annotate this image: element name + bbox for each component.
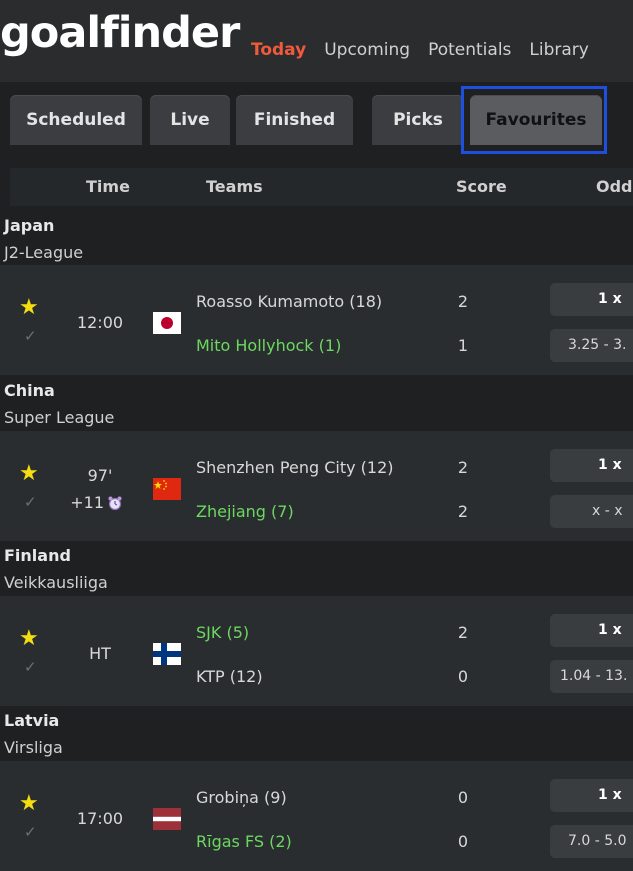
nav-library[interactable]: Library	[529, 40, 588, 60]
league-heading[interactable]: Virsliga	[4, 738, 63, 757]
away-team[interactable]: KTP (12)	[196, 667, 263, 686]
odds-values[interactable]: 1.04 - 13.	[550, 660, 633, 693]
check-icon[interactable]: ✓	[24, 329, 37, 344]
alarm-clock-icon	[108, 496, 122, 511]
away-team[interactable]: Zhejiang (7)	[196, 502, 294, 521]
main-nav: Today Upcoming Potentials Library	[251, 40, 589, 60]
away-score: 0	[457, 832, 469, 851]
match-row[interactable]: ★ ✓ 97' +11 Shenzhen Peng City (12) Zhej…	[0, 431, 633, 541]
country-heading: Japan	[4, 216, 55, 235]
nav-upcoming[interactable]: Upcoming	[324, 40, 410, 60]
column-score: Score	[456, 177, 507, 196]
latvia-flag-icon	[153, 808, 181, 830]
odds-values[interactable]: x - x	[550, 495, 633, 528]
home-score: 2	[457, 458, 469, 477]
logo[interactable]: goalfinder	[0, 8, 240, 58]
match-row[interactable]: ★ ✓ 12:00 Roasso Kumamoto (18) Mito Holl…	[0, 265, 633, 375]
tab-picks[interactable]: Picks	[372, 95, 464, 145]
odds-header: 1 x	[550, 614, 633, 647]
home-team[interactable]: SJK (5)	[196, 623, 249, 642]
league-heading[interactable]: Veikkausliiga	[4, 573, 108, 592]
column-teams: Teams	[206, 177, 263, 196]
home-score: 2	[457, 292, 469, 311]
away-team[interactable]: Rīgas FS (2)	[196, 832, 292, 851]
league-heading[interactable]: Super League	[4, 408, 114, 427]
favourite-star-icon[interactable]: ★	[19, 793, 39, 815]
match-time: 12:00	[76, 313, 124, 332]
column-time: Time	[86, 177, 130, 196]
odds-header: 1 x	[550, 779, 633, 812]
country-heading: Latvia	[4, 711, 60, 730]
country-heading: Finland	[4, 546, 71, 565]
league-heading[interactable]: J2-League	[4, 243, 83, 262]
away-team[interactable]: Mito Hollyhock (1)	[196, 336, 341, 355]
check-icon[interactable]: ✓	[24, 660, 37, 675]
odds-header: 1 x	[550, 283, 633, 316]
nav-today[interactable]: Today	[251, 40, 306, 60]
match-row[interactable]: ★ ✓ 17:00 Grobiņa (9) Rīgas FS (2) 0 0 1…	[0, 761, 633, 871]
home-team[interactable]: Shenzhen Peng City (12)	[196, 458, 393, 477]
tab-live[interactable]: Live	[150, 95, 230, 145]
country-heading: China	[4, 381, 55, 400]
check-icon[interactable]: ✓	[24, 825, 37, 840]
match-time: 97'	[87, 466, 113, 485]
favourite-star-icon[interactable]: ★	[19, 463, 39, 485]
china-flag-icon	[153, 478, 181, 500]
nav-potentials[interactable]: Potentials	[428, 40, 511, 60]
home-score: 0	[457, 788, 469, 807]
odds-header: 1 x	[550, 449, 633, 482]
japan-flag-icon	[153, 312, 181, 334]
finland-flag-icon	[153, 643, 181, 665]
tab-scheduled[interactable]: Scheduled	[10, 95, 142, 145]
added-time: +11	[70, 493, 104, 512]
favourite-star-icon[interactable]: ★	[19, 628, 39, 650]
away-score: 0	[457, 667, 469, 686]
match-time: 17:00	[76, 809, 124, 828]
home-team[interactable]: Grobiņa (9)	[196, 788, 287, 807]
column-odds: Odds	[596, 177, 633, 196]
column-header: Time Teams Score Odds	[10, 168, 633, 206]
odds-values[interactable]: 3.25 - 3.	[550, 329, 633, 362]
match-row[interactable]: ★ ✓ HT SJK (5) KTP (12) 2 0 1 x 1.04 - 1…	[0, 596, 633, 706]
top-bar: goalfinder Today Upcoming Potentials Lib…	[0, 0, 633, 82]
tab-finished[interactable]: Finished	[236, 95, 353, 145]
away-score: 1	[457, 336, 469, 355]
check-icon[interactable]: ✓	[24, 495, 37, 510]
home-score: 2	[457, 623, 469, 642]
home-team[interactable]: Roasso Kumamoto (18)	[196, 292, 382, 311]
favourites-focus-outline	[461, 86, 607, 154]
match-time: HT	[89, 644, 111, 663]
favourite-star-icon[interactable]: ★	[19, 297, 39, 319]
away-score: 2	[457, 502, 469, 521]
odds-values[interactable]: 7.0 - 5.0	[550, 825, 633, 858]
